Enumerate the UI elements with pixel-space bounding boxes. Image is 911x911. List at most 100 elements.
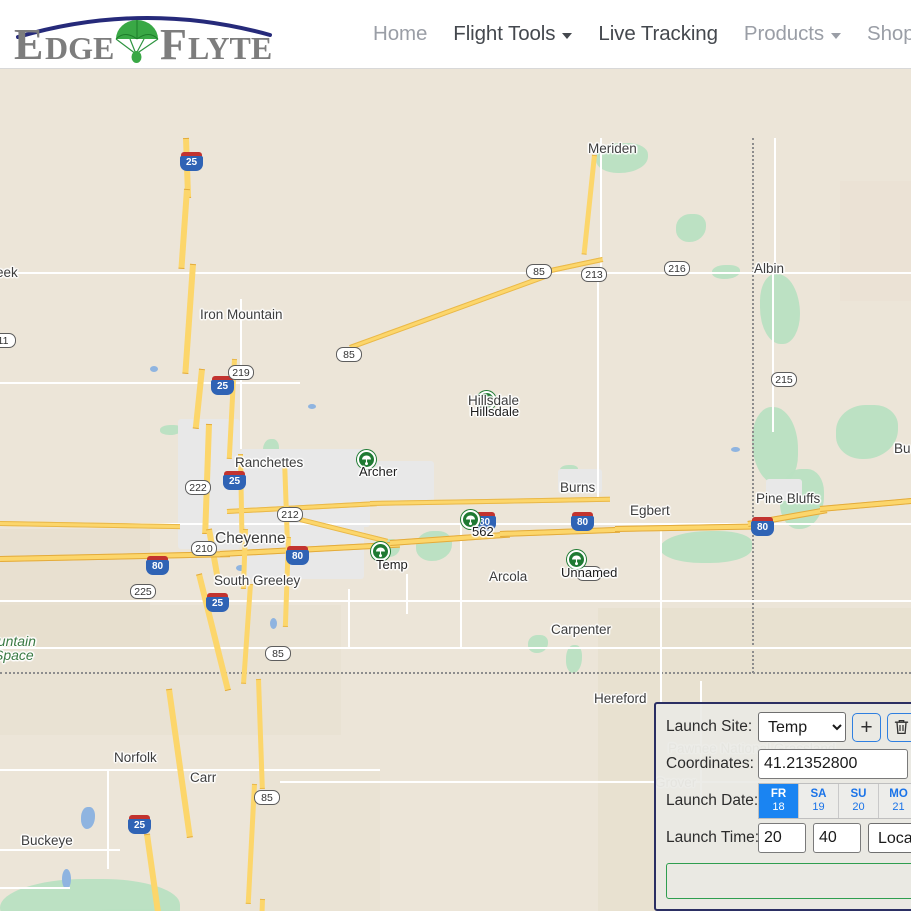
nav-item-products[interactable]: Products (731, 22, 854, 46)
place-label: Burns (560, 480, 596, 495)
nav-label: Products (743, 22, 825, 45)
site-logo[interactable]: E DGE F LYTE (8, 4, 280, 66)
date-tab-mo[interactable]: MO 21 (879, 784, 911, 818)
marker-label: Unnamed (561, 565, 618, 580)
svg-text:E: E (14, 20, 43, 66)
nav-item-flight-tools[interactable]: Flight Tools (440, 22, 585, 46)
launch-site-row: Launch Site: Temp + (666, 712, 911, 742)
plus-icon: + (860, 715, 873, 739)
minor-road (0, 382, 300, 384)
date-num: 19 (812, 801, 825, 813)
hour-input[interactable] (758, 823, 806, 853)
place-label: Pine Bluffs (756, 491, 821, 506)
place-label: Norfolk (114, 750, 157, 765)
place-label: Arcola (489, 569, 528, 584)
water-body (308, 404, 316, 409)
shield-state-210: 210 (191, 541, 217, 556)
place-label: Carr (190, 770, 217, 785)
trash-icon (894, 719, 909, 735)
shield-state-11: 11 (0, 333, 16, 348)
minor-road (774, 138, 776, 268)
minor-road (406, 574, 408, 614)
date-dow: FR (770, 788, 787, 800)
launch-settings-panel: Launch Site: Temp + Coordinates: , Launc… (654, 702, 911, 911)
water-body (270, 618, 277, 629)
shield-state-216: 216 (664, 261, 690, 276)
date-selector: FR 18 SA 19 SU 20 MO 21 TU 22 (758, 783, 911, 819)
timezone-select[interactable]: Local (868, 823, 911, 853)
date-tab-fr[interactable]: FR 18 (759, 784, 799, 818)
date-dow: SU (850, 788, 867, 800)
nav-label: Home (373, 22, 428, 45)
minor-road (600, 138, 602, 273)
shield-interstate-25: 25 (206, 593, 229, 613)
chevron-down-icon (831, 32, 842, 39)
parachute-icon (115, 20, 159, 63)
minor-road (0, 600, 911, 602)
place-label: South Greeley (214, 573, 301, 588)
launch-date-label: Launch Date: (666, 792, 759, 809)
place-label: Albin (754, 261, 785, 276)
place-label: Hereford (594, 691, 647, 706)
shield-us-85: 85 (265, 646, 291, 661)
water-body (150, 366, 158, 372)
chevron-down-icon (562, 32, 573, 39)
map-land-shade (840, 181, 911, 301)
open-space-label: Space (0, 647, 34, 663)
shield-interstate-80: 80 (146, 556, 169, 576)
launch-site-select[interactable]: Temp (758, 712, 846, 742)
nav-item-shop[interactable]: Shop (854, 22, 911, 46)
add-site-button[interactable]: + (852, 712, 881, 742)
latitude-input[interactable] (758, 749, 908, 779)
place-label: Carpenter (551, 622, 612, 637)
shield-us-85: 85 (254, 790, 280, 805)
coordinates-row: Coordinates: , (666, 749, 911, 779)
place-label: Iron Mountain (200, 307, 283, 322)
shield-interstate-25: 25 (223, 471, 246, 491)
nav-item-live-tracking[interactable]: Live Tracking (585, 22, 730, 46)
minute-input[interactable] (813, 823, 861, 853)
place-label-clipped: eek (0, 265, 18, 280)
svg-text:LYTE: LYTE (188, 30, 272, 66)
minor-road (660, 524, 662, 704)
place-label-clipped: Bu (894, 441, 911, 456)
minor-road (0, 887, 70, 889)
date-dow: MO (889, 788, 908, 800)
delete-site-button[interactable] (887, 712, 911, 742)
date-tab-su[interactable]: SU 20 (839, 784, 879, 818)
launch-time-row: Launch Time: Local (666, 823, 911, 853)
minor-road (772, 272, 774, 432)
place-label: Ranchettes (235, 455, 304, 470)
place-label: Hillsdale (468, 393, 520, 408)
water-body (731, 447, 740, 452)
date-dow: SA (810, 788, 827, 800)
date-num: 20 (852, 801, 865, 813)
state-boundary (0, 672, 911, 674)
marker-label: Temp (376, 557, 408, 572)
state-boundary (752, 138, 754, 673)
shield-state-213: 213 (581, 267, 607, 282)
nav-label: Live Tracking (598, 22, 718, 45)
shield-interstate-25: 25 (180, 152, 203, 172)
shield-interstate-80: 80 (751, 517, 774, 537)
marker-label: Archer (359, 464, 398, 479)
water-body (62, 869, 71, 889)
shield-state-222: 222 (185, 480, 211, 495)
place-label: Buckeye (21, 833, 73, 848)
coordinates-label: Coordinates: (666, 755, 754, 772)
shield-interstate-25: 25 (128, 815, 151, 835)
shield-state-212: 212 (277, 507, 303, 522)
launch-time-label: Launch Time: (666, 829, 760, 846)
launch-site-label: Launch Site: (666, 718, 753, 735)
logo-graphic: E DGE F LYTE (14, 16, 272, 66)
shield-state-215: 215 (771, 372, 797, 387)
nav-item-home[interactable]: Home (360, 22, 440, 46)
calculate-button[interactable] (666, 863, 911, 899)
shield-interstate-80: 80 (571, 512, 594, 532)
minor-road (597, 272, 599, 502)
place-label: Egbert (630, 503, 670, 518)
shield-state-225: 225 (130, 584, 156, 599)
main-navigation: Home Flight Tools Live Tracking Products… (360, 0, 911, 68)
date-tab-sa[interactable]: SA 19 (799, 784, 839, 818)
minor-road (348, 589, 350, 647)
